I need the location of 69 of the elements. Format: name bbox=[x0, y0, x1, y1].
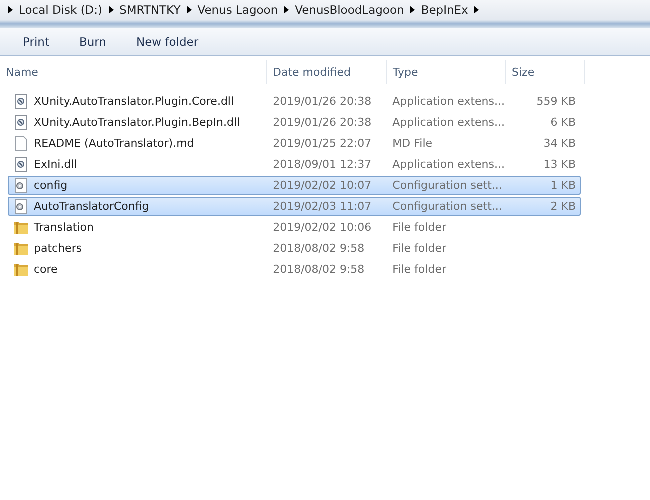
date-modified: 2019/01/26 20:38 bbox=[272, 95, 373, 108]
file-size: 13 KB bbox=[542, 158, 577, 171]
dll-file-icon bbox=[13, 94, 29, 109]
breadcrumb-item[interactable]: BepInEx bbox=[421, 3, 468, 17]
file-name: ExIni.dll bbox=[34, 158, 78, 171]
date-modified: 2019/01/25 22:07 bbox=[272, 137, 373, 150]
chevron-icon[interactable] bbox=[186, 6, 192, 14]
file-type: MD File bbox=[392, 137, 434, 150]
file-row[interactable]: patchers 2018/08/02 9:58 File folder bbox=[8, 239, 581, 258]
chevron-icon[interactable] bbox=[8, 6, 13, 14]
column-header[interactable]: Type bbox=[387, 60, 506, 84]
date-modified: 2018/08/02 9:58 bbox=[272, 263, 366, 276]
file-row[interactable]: ExIni.dll 2018/09/01 12:37 Application extens... 13 KB bbox=[8, 155, 581, 174]
file-type: Configuration sett... bbox=[392, 200, 504, 213]
file-type: Application extens... bbox=[392, 95, 506, 108]
file-name: core bbox=[34, 263, 58, 276]
file-name: Translation bbox=[34, 221, 94, 234]
file-type: File folder bbox=[392, 263, 448, 276]
toolbar-button[interactable]: New folder bbox=[125, 32, 210, 52]
file-name: patchers bbox=[34, 242, 82, 255]
file-name: AutoTranslatorConfig bbox=[34, 200, 150, 213]
column-header[interactable]: Size bbox=[506, 60, 585, 84]
document-icon bbox=[13, 136, 29, 151]
chevron-icon[interactable] bbox=[108, 6, 114, 14]
settings-file-icon bbox=[13, 178, 29, 193]
folder-icon bbox=[13, 220, 29, 235]
date-modified: 2019/02/02 10:06 bbox=[272, 221, 373, 234]
file-row[interactable]: XUnity.AutoTranslator.Plugin.BepIn.dll 2019/01/26 20:38 Application extens... 6 KB bbox=[8, 113, 581, 132]
date-modified: 2019/01/26 20:38 bbox=[272, 116, 373, 129]
file-row[interactable]: config 2019/02/02 10:07 Configuration sett... 1 KB bbox=[8, 176, 581, 195]
date-modified: 2019/02/03 11:07 bbox=[272, 200, 373, 213]
file-name: XUnity.AutoTranslator.Plugin.Core.dll bbox=[34, 95, 234, 108]
file-type: Application extens... bbox=[392, 158, 506, 171]
column-header[interactable]: Date modified bbox=[267, 60, 387, 84]
date-modified: 2018/08/02 9:58 bbox=[272, 242, 366, 255]
file-size: 2 KB bbox=[550, 200, 577, 213]
column-header[interactable]: Name bbox=[0, 60, 267, 84]
file-type: Configuration sett... bbox=[392, 179, 504, 192]
file-size: 1 KB bbox=[550, 179, 577, 192]
folder-icon bbox=[13, 241, 29, 256]
breadcrumb-item[interactable]: VenusBloodLagoon bbox=[295, 3, 404, 17]
file-size: 6 KB bbox=[550, 116, 577, 129]
file-row[interactable]: README (AutoTranslator).md 2019/01/25 22:07 MD File 34 KB bbox=[8, 134, 581, 153]
dll-file-icon bbox=[13, 115, 29, 130]
file-name: README (AutoTranslator).md bbox=[34, 137, 194, 150]
chevron-icon[interactable] bbox=[410, 6, 416, 14]
chevron-icon[interactable] bbox=[474, 6, 480, 14]
chevron-icon[interactable] bbox=[284, 6, 290, 14]
breadcrumb-item[interactable]: SMRTNTKY bbox=[120, 3, 181, 17]
file-name: config bbox=[34, 179, 68, 192]
file-row[interactable]: XUnity.AutoTranslator.Plugin.Core.dll 2019/01/26 20:38 Application extens... 559 KB bbox=[8, 92, 581, 111]
toolbar-button[interactable]: Print bbox=[12, 32, 60, 52]
file-row[interactable]: AutoTranslatorConfig 2019/02/03 11:07 Configuration sett... 2 KB bbox=[8, 197, 581, 216]
breadcrumb-item[interactable]: Venus Lagoon bbox=[198, 3, 278, 17]
dll-file-icon bbox=[13, 157, 29, 172]
date-modified: 2018/09/01 12:37 bbox=[272, 158, 373, 171]
date-modified: 2019/02/02 10:07 bbox=[272, 179, 373, 192]
file-type: Application extens... bbox=[392, 116, 506, 129]
toolbar-button[interactable]: Burn bbox=[68, 32, 118, 52]
file-size: 559 KB bbox=[536, 95, 577, 108]
file-type: File folder bbox=[392, 242, 448, 255]
breadcrumb-item[interactable]: Local Disk (D:) bbox=[19, 3, 103, 17]
file-type: File folder bbox=[392, 221, 448, 234]
file-row[interactable]: Translation 2019/02/02 10:06 File folder bbox=[8, 218, 581, 237]
settings-file-icon bbox=[13, 199, 29, 214]
file-row[interactable]: core 2018/08/02 9:58 File folder bbox=[8, 260, 581, 279]
file-name: XUnity.AutoTranslator.Plugin.BepIn.dll bbox=[34, 116, 240, 129]
folder-icon bbox=[13, 262, 29, 277]
file-size: 34 KB bbox=[542, 137, 577, 150]
